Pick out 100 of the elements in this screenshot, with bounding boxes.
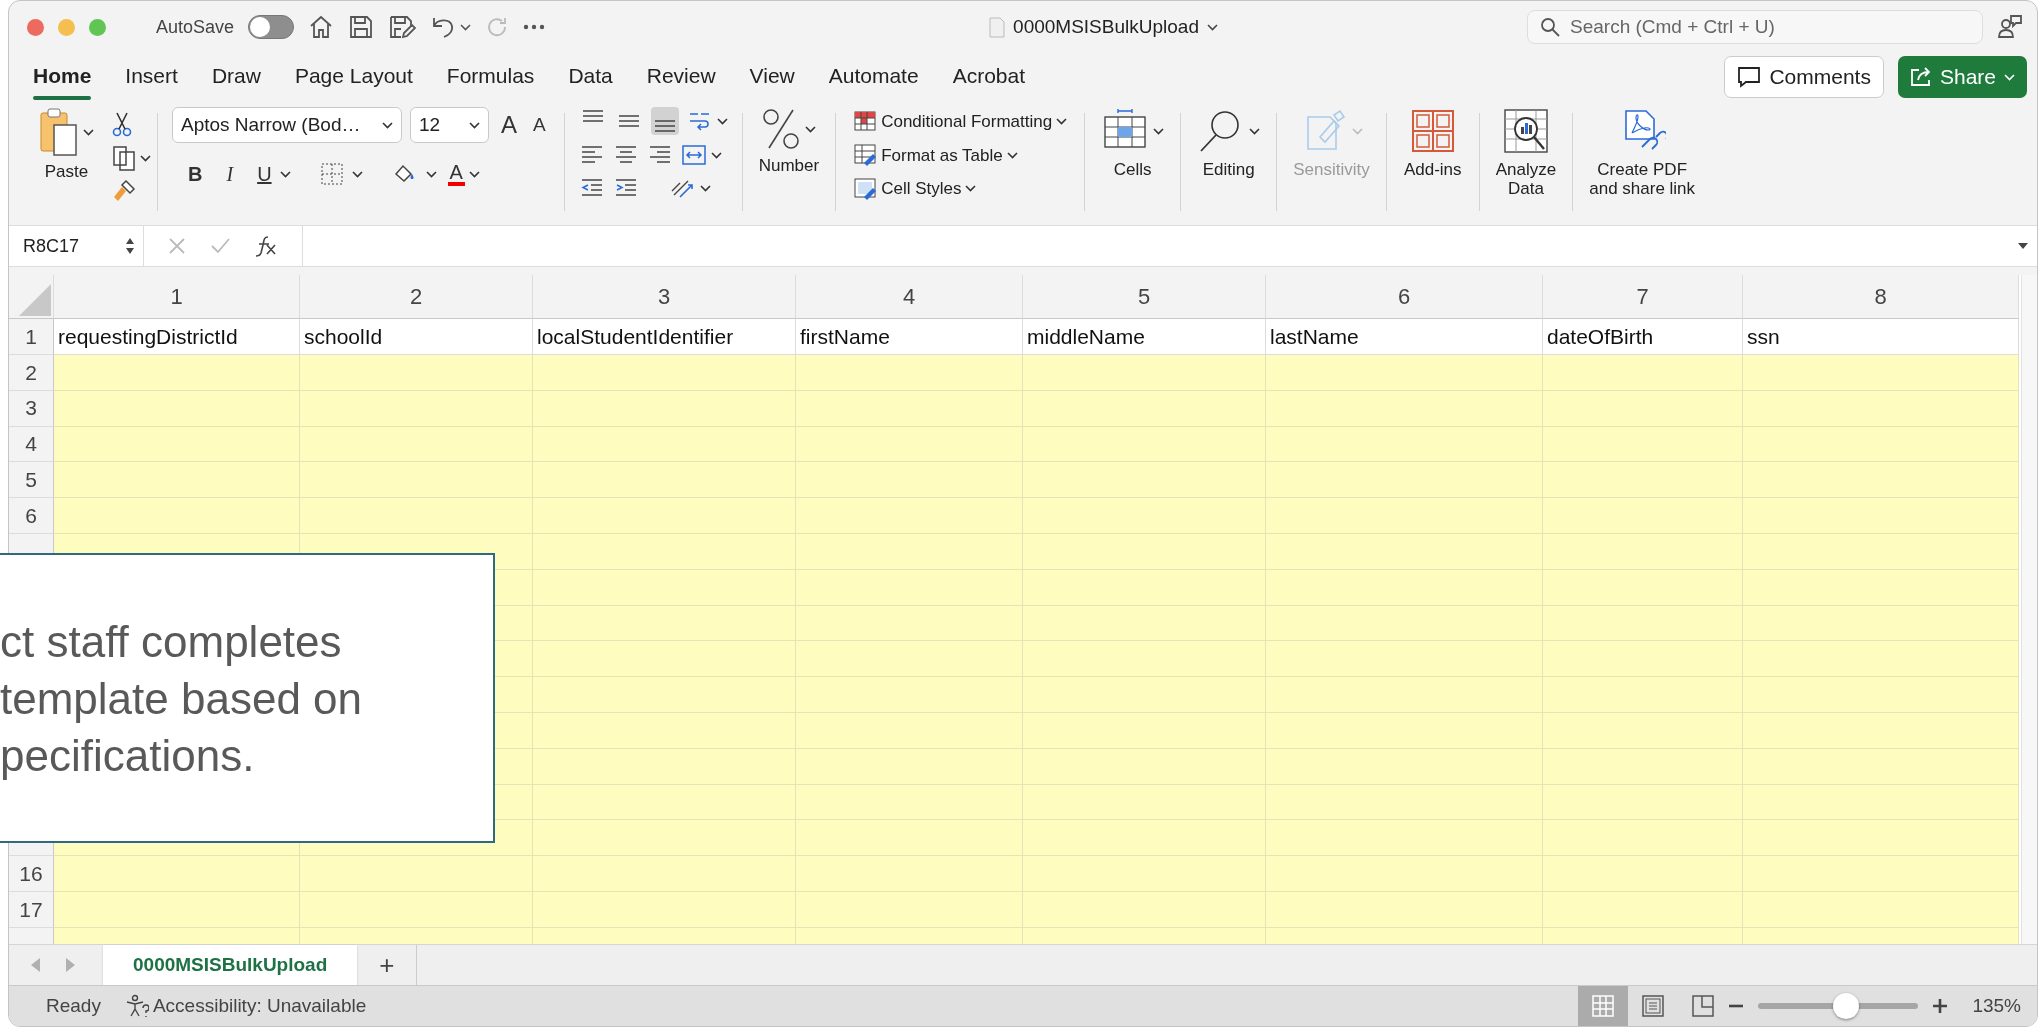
caret-icon[interactable] [140,154,151,162]
lines-icon [653,120,676,132]
table-cell: lastName [1266,319,1543,355]
column-header[interactable]: 1 [54,275,300,319]
zoom-out-icon[interactable] [1728,1004,1745,1008]
accessibility-status[interactable]: Accessibility: Unavailable [152,991,367,1021]
row-header[interactable]: 3 [9,390,54,427]
caret-icon[interactable] [1006,151,1018,159]
caret-icon[interactable] [425,170,437,178]
ribbon-group-label: Cells [1113,161,1152,180]
ribbon-tab[interactable]: Data [558,54,623,100]
cut-icon[interactable] [112,111,132,137]
cell-styles-icon [853,176,878,201]
zoom-level[interactable]: 135% [1972,991,2021,1021]
column-header[interactable]: 5 [1023,275,1266,319]
caret-icon[interactable] [351,170,363,178]
column-header[interactable]: 7 [1543,275,1743,319]
copy-icon[interactable] [112,145,136,171]
function-icon[interactable] [254,235,278,257]
column-header[interactable]: 3 [533,275,796,319]
paste-icon[interactable] [39,107,79,157]
name-box[interactable]: R8C17 [9,226,144,266]
merge-center-icon[interactable] [680,143,707,167]
zoom-in-icon[interactable] [1932,998,1949,1014]
share-button[interactable]: Share [1897,56,2027,98]
italic-button[interactable]: I [218,159,242,189]
row-header[interactable]: 1 [9,319,54,355]
caret-icon[interactable] [1206,23,1218,31]
caret-icon[interactable] [83,128,94,136]
sheet-tab[interactable]: 0000MSISBulkUpload [103,945,358,985]
styles-menu-button[interactable]: Format as Table [850,140,1071,170]
expand-icon[interactable] [2017,242,2029,250]
decrease-font-size-button[interactable]: A [529,110,550,140]
row-header[interactable]: 6 [9,498,54,534]
styles-menu-button[interactable]: Conditional Formatting [850,107,1071,137]
analyze-chart-icon[interactable] [1501,107,1550,155]
paste-label: Paste [44,163,89,182]
percent-icon[interactable] [761,107,802,151]
vertical-scrollbar[interactable] [2021,275,2037,944]
ribbon-tab[interactable]: Review [636,54,726,100]
table-cell: middleName [1023,319,1266,355]
row-header[interactable]: 2 [9,355,54,391]
align-bottom-button[interactable] [650,107,679,135]
column-header[interactable]: 8 [1743,275,2019,319]
caret-icon[interactable] [1249,127,1261,135]
ribbon-tab[interactable]: Automate [818,54,929,100]
caret-icon[interactable] [716,117,728,125]
bold-button[interactable]: B [180,159,211,189]
normal-view-icon [1591,994,1616,1018]
save-as-icon[interactable] [388,14,417,40]
stepper-icon[interactable] [125,236,135,256]
ribbon-tab[interactable]: Acrobat [942,54,1035,100]
page-layout-icon [1641,994,1666,1018]
people-icon[interactable] [1997,14,2023,40]
increase-font-size-button[interactable]: A [497,107,521,143]
more-icon[interactable] [523,24,546,30]
font-name-dropdown[interactable]: Aptos Narrow (Bod… [172,107,402,143]
ribbon-tab[interactable]: Insert [115,54,188,100]
format-painter-icon[interactable] [112,179,136,203]
column-header[interactable]: 6 [1266,275,1543,319]
row-header[interactable]: 4 [9,426,54,463]
ribbon-tab[interactable]: Page Layout [284,54,423,100]
table-cell: ssn [1743,319,2019,355]
caret-icon[interactable] [460,23,472,31]
caret-icon[interactable] [279,170,291,178]
caret-icon[interactable] [699,184,711,192]
search-icon [1540,17,1560,37]
slider-thumb[interactable] [1833,993,1860,1019]
ribbon-tab[interactable]: Formulas [436,54,545,100]
document-icon [989,16,1006,38]
ribbon-tab[interactable]: Home [23,54,102,100]
zoom-slider[interactable] [1758,993,1919,1019]
caret-icon[interactable] [382,121,393,129]
styles-menu-button[interactable]: Cell Styles [850,174,1071,204]
comments-button[interactable]: Comments [1724,56,1884,98]
ribbon-tab[interactable]: View [739,54,805,100]
ribbon-tab[interactable]: Draw [201,54,271,100]
caret-icon[interactable] [468,170,480,178]
font-size-dropdown[interactable]: 12 [410,107,489,143]
page-break-icon [1691,994,1716,1018]
caret-icon[interactable] [965,185,977,193]
row-header[interactable]: 17 [9,891,54,928]
window-close-button[interactable] [27,18,44,36]
toggle-switch[interactable] [248,15,295,39]
caret-icon[interactable] [1056,118,1068,126]
lines-icon [617,115,640,127]
column-header[interactable]: 2 [300,275,533,319]
status-text: Ready [46,993,101,1018]
caret-icon[interactable] [805,125,817,133]
row-header[interactable]: 5 [9,462,54,499]
search-field[interactable]: Search (Cmd + Ctrl + U) [1527,10,1983,44]
caret-icon[interactable] [710,151,722,159]
caret-icon[interactable] [1153,127,1165,135]
column-header[interactable]: 4 [796,275,1023,319]
autosave-label: AutoSave [156,15,235,39]
caret-icon[interactable] [469,121,480,129]
font-color-button[interactable]: A [444,160,483,188]
underline-button[interactable]: U [249,159,280,189]
save-icon[interactable] [348,14,375,40]
row-header[interactable]: 16 [9,856,54,892]
